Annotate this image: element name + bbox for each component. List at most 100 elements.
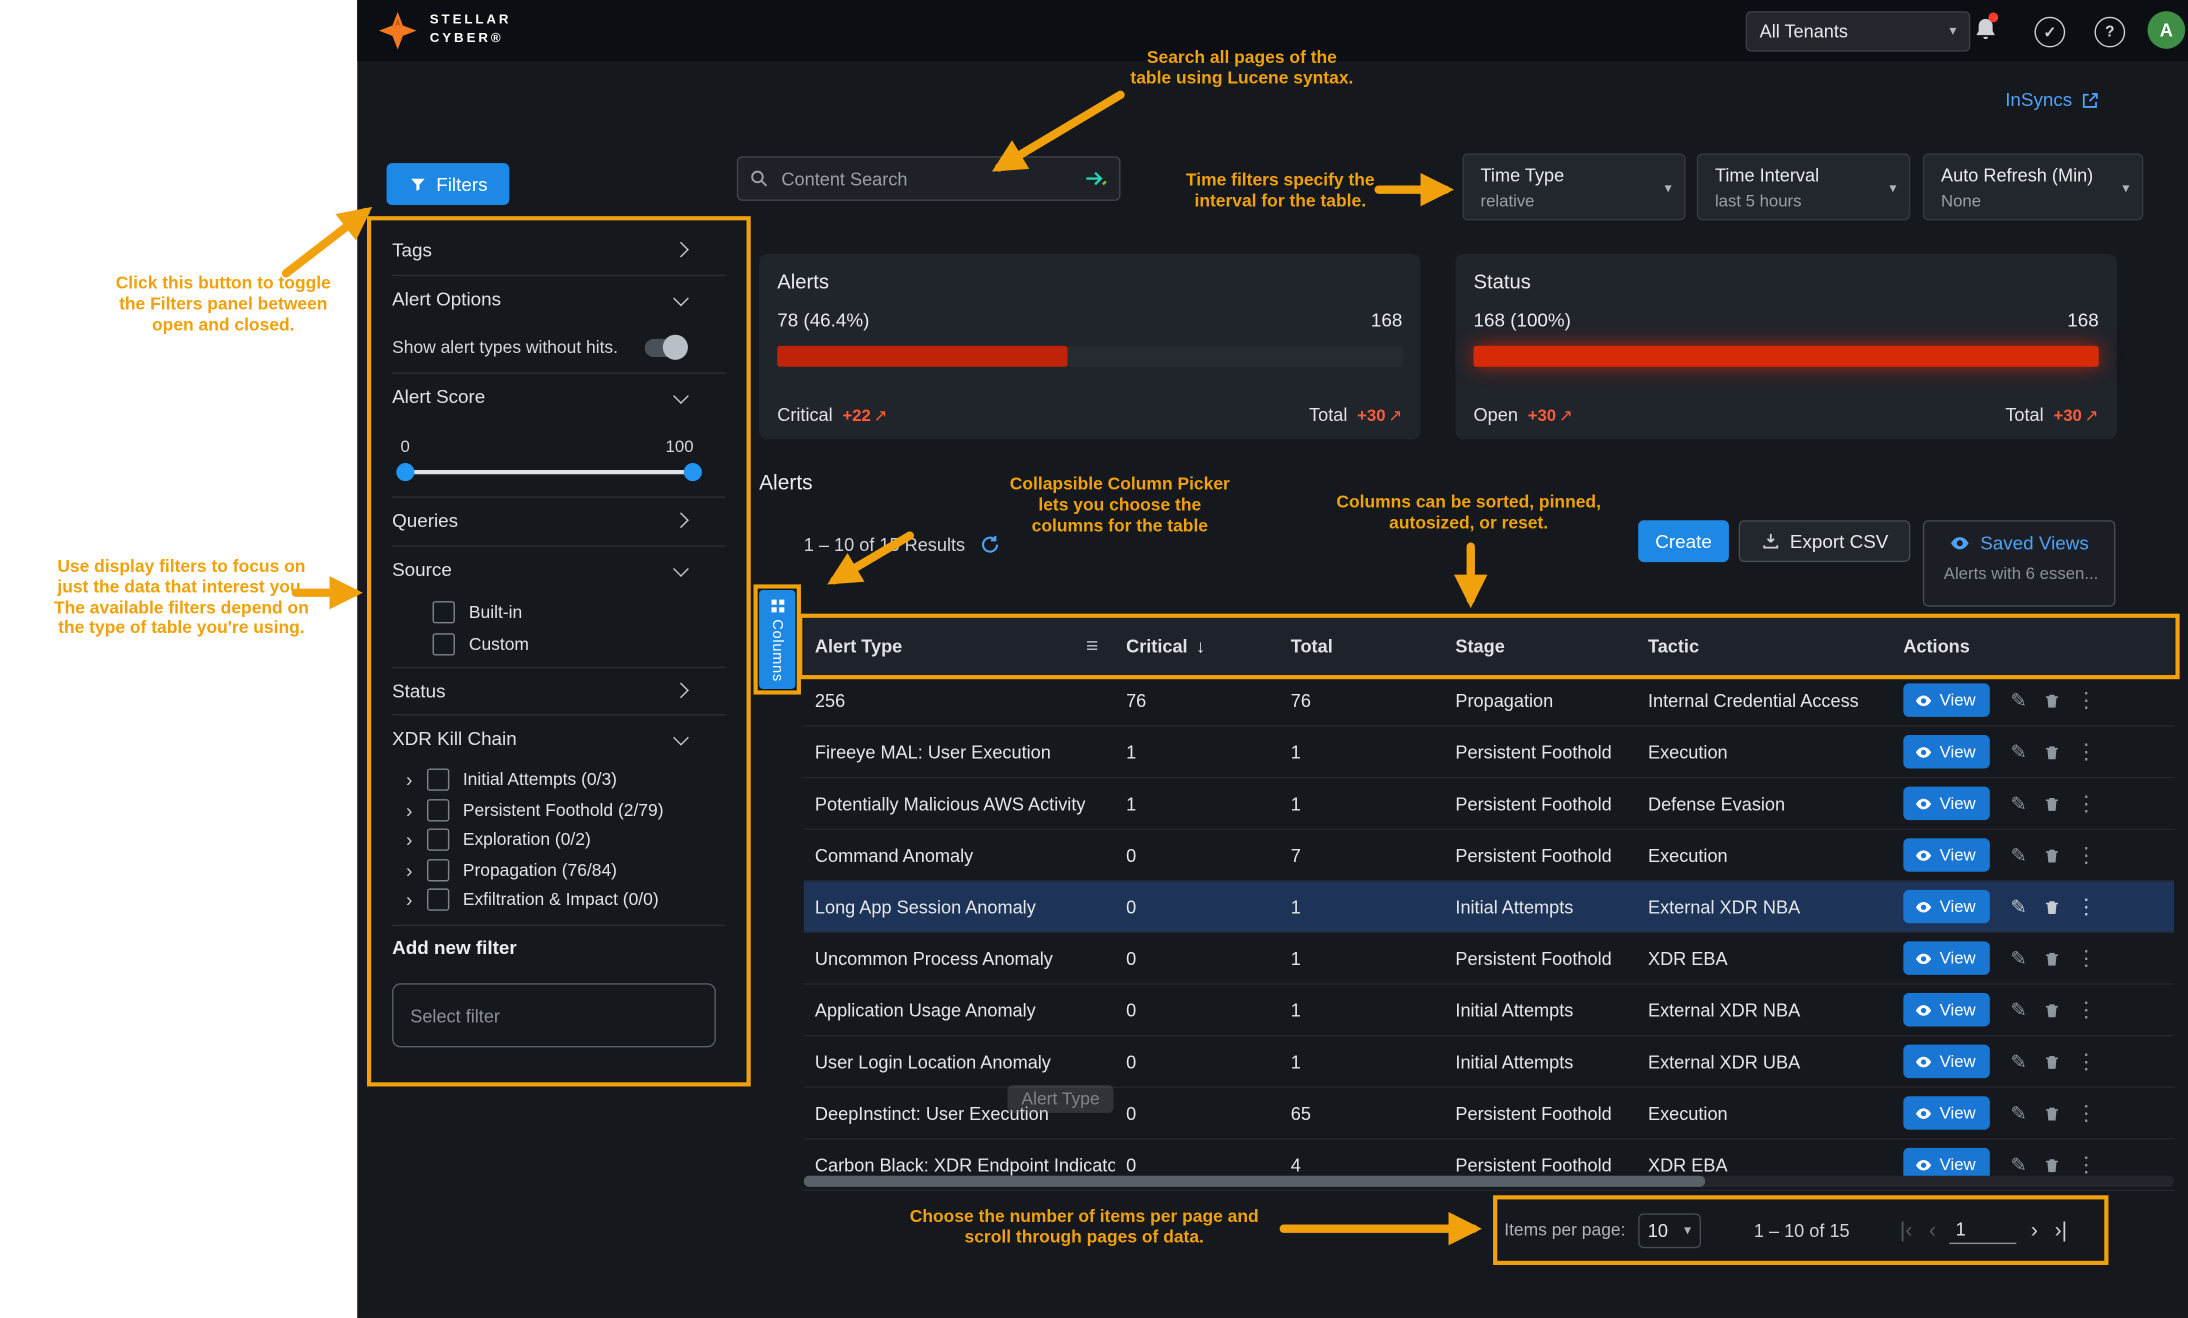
expand-icon[interactable]: › — [406, 860, 413, 880]
tenant-selector[interactable]: All Tenants ▾ — [1746, 11, 1971, 51]
checkbox[interactable] — [427, 858, 449, 880]
edit-icon[interactable]: ✎ — [2010, 843, 2026, 867]
delete-icon[interactable] — [2042, 1001, 2060, 1019]
user-avatar[interactable]: A — [2148, 11, 2186, 49]
view-button[interactable]: View — [1903, 941, 1989, 974]
help-button[interactable]: ? — [2094, 17, 2125, 48]
filters-toggle-button[interactable]: Filters — [387, 163, 510, 205]
kill-chain-item-exfiltration[interactable]: › Exfiltration & Impact (0/0) — [406, 886, 659, 912]
row-menu-icon[interactable]: ⋮ — [2076, 997, 2097, 1022]
table-row[interactable]: Long App Session Anomaly 0 1 Initial Att… — [804, 881, 2174, 933]
table-row[interactable]: 256 76 76 Propagation Internal Credentia… — [804, 675, 2174, 727]
delete-icon[interactable] — [2042, 743, 2060, 761]
first-page-button[interactable]: |‹ — [1892, 1218, 1921, 1242]
expand-icon[interactable]: › — [406, 829, 413, 849]
row-menu-icon[interactable]: ⋮ — [2076, 791, 2097, 816]
kill-chain-item-propagation[interactable]: › Propagation (76/84) — [406, 856, 617, 882]
header-stage[interactable]: Stage — [1444, 636, 1637, 657]
view-button[interactable]: View — [1903, 890, 1989, 923]
edit-icon[interactable]: ✎ — [2010, 1101, 2026, 1125]
table-row[interactable]: Command Anomaly 0 7 Persistent Foothold … — [804, 830, 2174, 882]
row-menu-icon[interactable]: ⋮ — [2076, 1049, 2097, 1074]
row-menu-icon[interactable]: ⋮ — [2076, 739, 2097, 764]
row-menu-icon[interactable]: ⋮ — [2076, 1152, 2097, 1177]
delete-icon[interactable] — [2042, 794, 2060, 812]
view-button[interactable]: View — [1903, 993, 1989, 1026]
table-row[interactable]: Uncommon Process Anomaly 0 1 Persistent … — [804, 933, 2174, 985]
header-alert-type[interactable]: Alert Type ≡ — [804, 635, 1115, 659]
filter-section-alert-options[interactable]: Alert Options — [392, 279, 686, 318]
row-menu-icon[interactable]: ⋮ — [2076, 842, 2097, 867]
view-button[interactable]: View — [1903, 787, 1989, 820]
view-button[interactable]: View — [1903, 735, 1989, 768]
expand-icon[interactable]: › — [406, 800, 413, 820]
kill-chain-item-persistent-foothold[interactable]: › Persistent Foothold (2/79) — [406, 796, 663, 822]
kill-chain-item-exploration[interactable]: › Exploration (0/2) — [406, 826, 591, 852]
edit-icon[interactable]: ✎ — [2010, 791, 2026, 815]
edit-icon[interactable]: ✎ — [2010, 998, 2026, 1022]
edit-icon[interactable]: ✎ — [2010, 1050, 2026, 1074]
view-button[interactable]: View — [1903, 1045, 1989, 1078]
prev-page-button[interactable]: ‹ — [1921, 1218, 1945, 1242]
page-number-input[interactable]: 1 — [1950, 1216, 2017, 1244]
delete-icon[interactable] — [2042, 1052, 2060, 1070]
row-menu-icon[interactable]: ⋮ — [2076, 688, 2097, 713]
items-per-page-select[interactable]: 10 ▾ — [1638, 1213, 1701, 1248]
alert-score-slider[interactable] — [405, 470, 694, 474]
table-row[interactable]: Application Usage Anomaly 0 1 Initial At… — [804, 985, 2174, 1037]
edit-icon[interactable]: ✎ — [2010, 688, 2026, 712]
table-row[interactable]: Potentially Malicious AWS Activity 1 1 P… — [804, 778, 2174, 830]
next-page-button[interactable]: › — [2023, 1218, 2047, 1242]
row-menu-icon[interactable]: ⋮ — [2076, 946, 2097, 971]
checkbox[interactable] — [427, 888, 449, 910]
lucene-icon[interactable] — [1084, 169, 1108, 189]
slider-handle-min[interactable] — [396, 463, 414, 481]
delete-icon[interactable] — [2042, 1104, 2060, 1122]
saved-views-dropdown[interactable]: Saved Views Alerts with 6 essen... — [1923, 520, 2116, 606]
source-option-custom[interactable]: Custom — [433, 630, 529, 658]
last-page-button[interactable]: ›| — [2046, 1218, 2075, 1242]
time-interval-dropdown[interactable]: Time Interval last 5 hours ▾ — [1697, 153, 1910, 220]
delete-icon[interactable] — [2042, 846, 2060, 864]
content-search-input[interactable] — [779, 167, 1075, 191]
filter-section-source[interactable]: Source — [392, 550, 686, 589]
tasks-button[interactable]: ✓ — [2034, 17, 2065, 48]
select-filter-input[interactable] — [392, 983, 716, 1047]
row-menu-icon[interactable]: ⋮ — [2076, 894, 2097, 919]
edit-icon[interactable]: ✎ — [2010, 740, 2026, 764]
checkbox[interactable] — [433, 601, 455, 623]
kill-chain-item-initial-attempts[interactable]: › Initial Attempts (0/3) — [406, 766, 617, 792]
show-alert-types-toggle[interactable] — [645, 338, 687, 356]
column-picker-button[interactable]: Columns — [759, 590, 795, 689]
slider-handle-max[interactable] — [684, 463, 702, 481]
notifications-button[interactable] — [1972, 15, 2000, 50]
delete-icon[interactable] — [2042, 949, 2060, 967]
source-option-builtin[interactable]: Built-in — [433, 598, 523, 626]
delete-icon[interactable] — [2042, 1156, 2060, 1174]
header-critical[interactable]: Critical ↓ — [1115, 636, 1280, 657]
checkbox[interactable] — [427, 798, 449, 820]
filter-section-alert-score[interactable]: Alert Score — [392, 377, 686, 416]
export-csv-button[interactable]: Export CSV — [1739, 520, 1911, 562]
delete-icon[interactable] — [2042, 691, 2060, 709]
checkbox[interactable] — [427, 828, 449, 850]
filter-section-queries[interactable]: Queries — [392, 501, 686, 540]
view-button[interactable]: View — [1903, 1096, 1989, 1129]
edit-icon[interactable]: ✎ — [2010, 895, 2026, 919]
view-button[interactable]: View — [1903, 838, 1989, 871]
header-tactic[interactable]: Tactic — [1637, 636, 1892, 657]
table-row[interactable]: User Login Location Anomaly 0 1 Initial … — [804, 1036, 2174, 1088]
auto-refresh-dropdown[interactable]: Auto Refresh (Min) None ▾ — [1923, 153, 2143, 220]
edit-icon[interactable]: ✎ — [2010, 1153, 2026, 1177]
expand-icon[interactable]: › — [406, 889, 413, 909]
header-total[interactable]: Total — [1280, 636, 1445, 657]
checkbox[interactable] — [433, 633, 455, 655]
table-row[interactable]: Fireeye MAL: User Execution 1 1 Persiste… — [804, 727, 2174, 779]
scrollbar-thumb[interactable] — [804, 1176, 1705, 1187]
column-menu-icon[interactable]: ≡ — [1086, 635, 1098, 659]
filter-section-tags[interactable]: Tags — [392, 230, 686, 269]
refresh-icon[interactable] — [979, 534, 1000, 555]
delete-icon[interactable] — [2042, 897, 2060, 915]
row-menu-icon[interactable]: ⋮ — [2076, 1100, 2097, 1125]
filter-section-status[interactable]: Status — [392, 671, 686, 710]
